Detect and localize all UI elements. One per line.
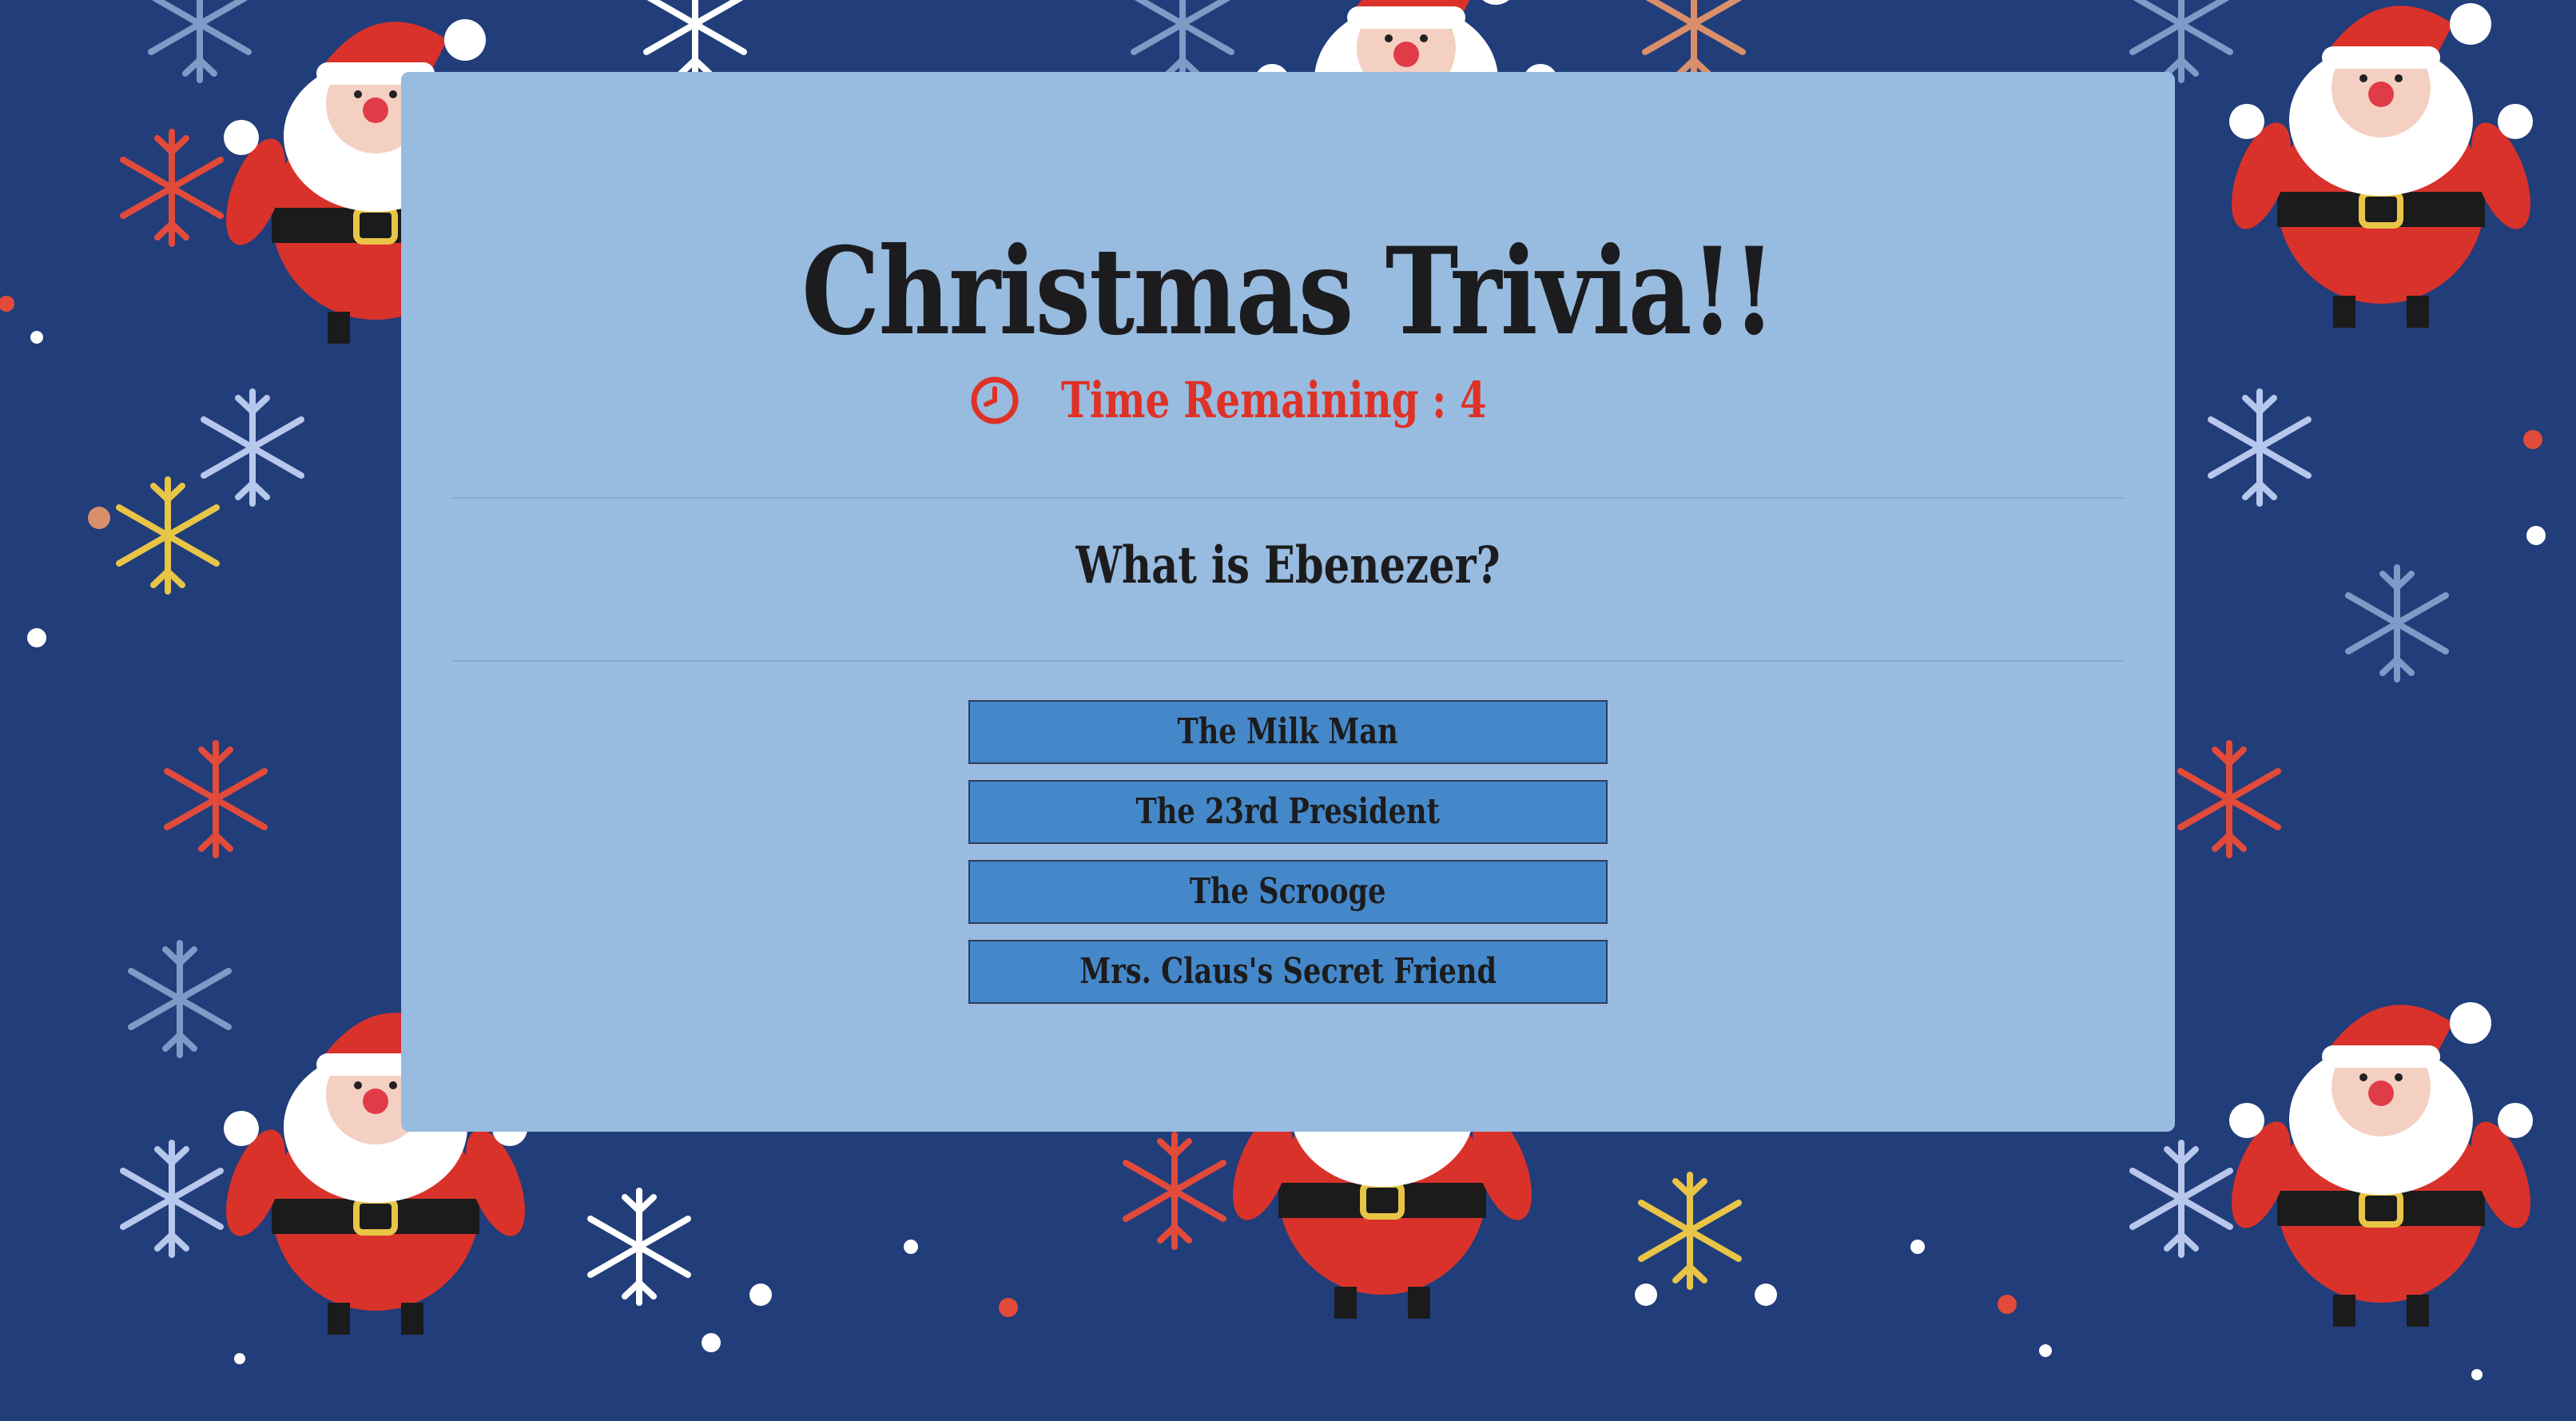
answer-label: The 23rd President bbox=[1135, 791, 1441, 832]
answer-label: Mrs. Claus's Secret Friend bbox=[1079, 951, 1497, 992]
timer: Time Remaining : 4 bbox=[401, 376, 2175, 425]
answer-button[interactable]: The 23rd President bbox=[968, 780, 1608, 844]
divider bbox=[452, 497, 2124, 499]
answer-button[interactable]: The Milk Man bbox=[968, 700, 1608, 764]
question-text: What is Ebenezer? bbox=[1075, 535, 1501, 595]
answer-button[interactable]: Mrs. Claus's Secret Friend bbox=[968, 940, 1608, 1004]
trivia-card: Christmas Trivia!! Time Remaining : 4 Wh… bbox=[401, 72, 2175, 1132]
answer-label: The Scrooge bbox=[1190, 871, 1386, 912]
answer-list: The Milk Man The 23rd President The Scro… bbox=[968, 700, 1608, 1020]
page-title: Christmas Trivia!! bbox=[801, 221, 1775, 362]
divider bbox=[452, 660, 2124, 662]
clock-icon bbox=[971, 376, 1019, 424]
time-remaining: Time Remaining : 4 bbox=[1060, 371, 1487, 429]
answer-label: The Milk Man bbox=[1177, 711, 1399, 752]
answer-button[interactable]: The Scrooge bbox=[968, 860, 1608, 924]
